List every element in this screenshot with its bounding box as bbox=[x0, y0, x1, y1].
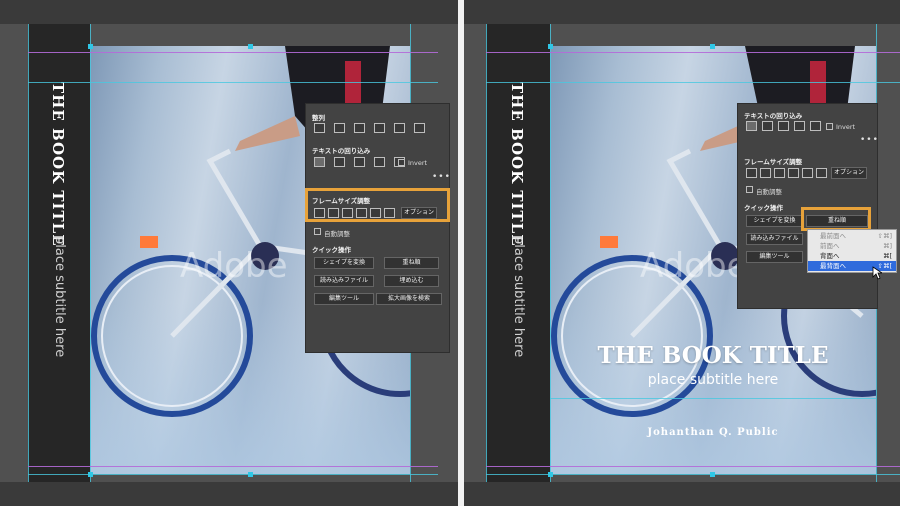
align-center-icon[interactable] bbox=[334, 123, 345, 133]
edit-tool-button[interactable]: 編集ツール bbox=[746, 251, 803, 263]
pasteboard-top bbox=[464, 0, 900, 24]
section-heading: テキストの回り込み bbox=[312, 147, 371, 155]
margin-guide bbox=[486, 466, 900, 467]
no-wrap-icon[interactable] bbox=[314, 157, 325, 167]
convert-shape-button[interactable]: シェイプを変換 bbox=[746, 215, 803, 227]
more-options-icon[interactable]: ••• bbox=[860, 135, 879, 145]
convert-shape-button[interactable]: シェイプを変換 bbox=[314, 257, 374, 269]
wrap-bounding-box-icon[interactable] bbox=[762, 121, 773, 131]
jump-object-icon[interactable] bbox=[374, 157, 385, 167]
options-button[interactable]: オプション bbox=[831, 167, 867, 179]
autofit-label: 自動調整 bbox=[324, 230, 350, 238]
invert-checkbox[interactable] bbox=[398, 159, 405, 166]
menu-item-label: 背面へ bbox=[820, 252, 840, 260]
embed-button[interactable]: 埋め込む bbox=[384, 275, 439, 287]
stock-watermark: Adobe bbox=[640, 246, 748, 286]
align-top-icon[interactable] bbox=[374, 123, 385, 133]
cover-author[interactable]: Johanthan Q. Public bbox=[550, 427, 876, 438]
wrap-shape-icon[interactable] bbox=[354, 157, 365, 167]
invert-checkbox[interactable] bbox=[826, 123, 833, 130]
edit-tool-button[interactable]: 編集ツール bbox=[314, 293, 374, 305]
stock-watermark: Adobe bbox=[180, 246, 288, 286]
guide-line bbox=[486, 82, 900, 83]
menu-item-shortcut: ⇧⌘] bbox=[877, 232, 892, 240]
section-heading: クイック操作 bbox=[744, 204, 783, 212]
resize-handle[interactable] bbox=[710, 44, 715, 49]
autofit-checkbox[interactable] bbox=[314, 228, 321, 235]
align-bottom-icon[interactable] bbox=[414, 123, 425, 133]
resize-handle[interactable] bbox=[248, 472, 253, 477]
section-heading: 整列 bbox=[312, 114, 325, 122]
guide-line bbox=[28, 82, 438, 83]
invert-label: Invert bbox=[408, 159, 428, 167]
arrange-menu: 最前面へ ⇧⌘] 前面へ ⌘] 背面へ ⌘[ 最背面へ ⇧⌘[ bbox=[807, 229, 897, 273]
frame-fitting-highlight bbox=[305, 188, 450, 222]
fill-frame-icon[interactable] bbox=[774, 168, 785, 178]
menu-item-send-to-back[interactable]: 最背面へ ⇧⌘[ bbox=[808, 261, 896, 271]
invert-label: Invert bbox=[836, 123, 856, 131]
menu-item-label: 前面へ bbox=[820, 242, 840, 250]
spine-title: THE BOOK TITLE bbox=[508, 82, 526, 247]
arrange-button-highlight bbox=[801, 207, 871, 231]
jump-object-icon[interactable] bbox=[794, 121, 805, 131]
margin-guide bbox=[28, 466, 438, 467]
menu-item-shortcut: ⌘[ bbox=[882, 252, 892, 260]
properties-panel: テキストの回り込み Invert ••• フレームサイズ調整 オプション 自動調… bbox=[737, 103, 878, 309]
align-left-icon[interactable] bbox=[314, 123, 325, 133]
section-heading: フレームサイズ調整 bbox=[744, 158, 803, 166]
clear-fitting-icon[interactable] bbox=[816, 168, 827, 178]
menu-item-shortcut: ⌘] bbox=[882, 242, 892, 250]
spine-title: THE BOOK TITLE bbox=[49, 82, 67, 247]
linked-file-button[interactable]: 読み込みファイル bbox=[746, 233, 803, 245]
menu-item-label: 最前面へ bbox=[820, 232, 846, 240]
section-heading: クイック操作 bbox=[312, 246, 351, 254]
fit-content-frame-icon[interactable] bbox=[746, 168, 757, 178]
center-content-icon[interactable] bbox=[802, 168, 813, 178]
fit-frame-content-icon[interactable] bbox=[760, 168, 771, 178]
no-wrap-icon[interactable] bbox=[746, 121, 757, 131]
wrap-bounding-box-icon[interactable] bbox=[334, 157, 345, 167]
align-right-icon[interactable] bbox=[354, 123, 365, 133]
pasteboard-top bbox=[0, 0, 458, 24]
pasteboard-bottom bbox=[464, 482, 900, 506]
resize-handle[interactable] bbox=[548, 472, 553, 477]
resize-handle[interactable] bbox=[248, 44, 253, 49]
find-larger-image-button[interactable]: 拡大画像を検索 bbox=[376, 293, 442, 305]
guide-line bbox=[90, 24, 91, 486]
resize-handle[interactable] bbox=[88, 472, 93, 477]
margin-guide bbox=[28, 52, 438, 53]
menu-item-bring-to-front[interactable]: 最前面へ ⇧⌘] bbox=[808, 231, 896, 241]
menu-item-send-backward[interactable]: 背面へ ⌘[ bbox=[808, 251, 896, 261]
section-heading: テキストの回り込み bbox=[744, 112, 803, 120]
guide-line bbox=[550, 398, 876, 399]
menu-item-label: 最背面へ bbox=[820, 262, 846, 270]
margin-guide bbox=[486, 52, 900, 53]
arrange-button[interactable]: 重ね順 bbox=[384, 257, 439, 269]
cover-subtitle[interactable]: place subtitle here bbox=[550, 372, 876, 388]
resize-handle[interactable] bbox=[88, 44, 93, 49]
more-options-icon[interactable]: ••• bbox=[432, 172, 451, 182]
menu-item-bring-forward[interactable]: 前面へ ⌘] bbox=[808, 241, 896, 251]
autofit-checkbox[interactable] bbox=[746, 186, 753, 193]
cover-title[interactable]: THE BOOK TITLE bbox=[550, 342, 876, 369]
linked-file-button[interactable]: 読み込みファイル bbox=[314, 275, 374, 287]
wrap-shape-icon[interactable] bbox=[778, 121, 789, 131]
left-screenshot: THE BOOK TITLE place subtitle here Adobe… bbox=[0, 0, 458, 506]
align-middle-icon[interactable] bbox=[394, 123, 405, 133]
resize-handle[interactable] bbox=[548, 44, 553, 49]
jump-column-icon[interactable] bbox=[810, 121, 821, 131]
properties-panel: 整列 テキストの回り込み Invert ••• フレームサイズ調整 オプション … bbox=[305, 103, 450, 353]
mouse-cursor-icon bbox=[872, 266, 882, 280]
guide-line bbox=[28, 24, 29, 486]
spine-subtitle: place subtitle here bbox=[511, 236, 526, 358]
autofit-label: 自動調整 bbox=[756, 188, 782, 196]
guide-line bbox=[550, 24, 551, 486]
fit-proportional-icon[interactable] bbox=[788, 168, 799, 178]
spine-subtitle: place subtitle here bbox=[52, 236, 67, 358]
right-screenshot: THE BOOK TITLE place subtitle here Adobe… bbox=[464, 0, 900, 506]
guide-line bbox=[486, 24, 487, 486]
pasteboard-bottom bbox=[0, 482, 458, 506]
resize-handle[interactable] bbox=[710, 472, 715, 477]
